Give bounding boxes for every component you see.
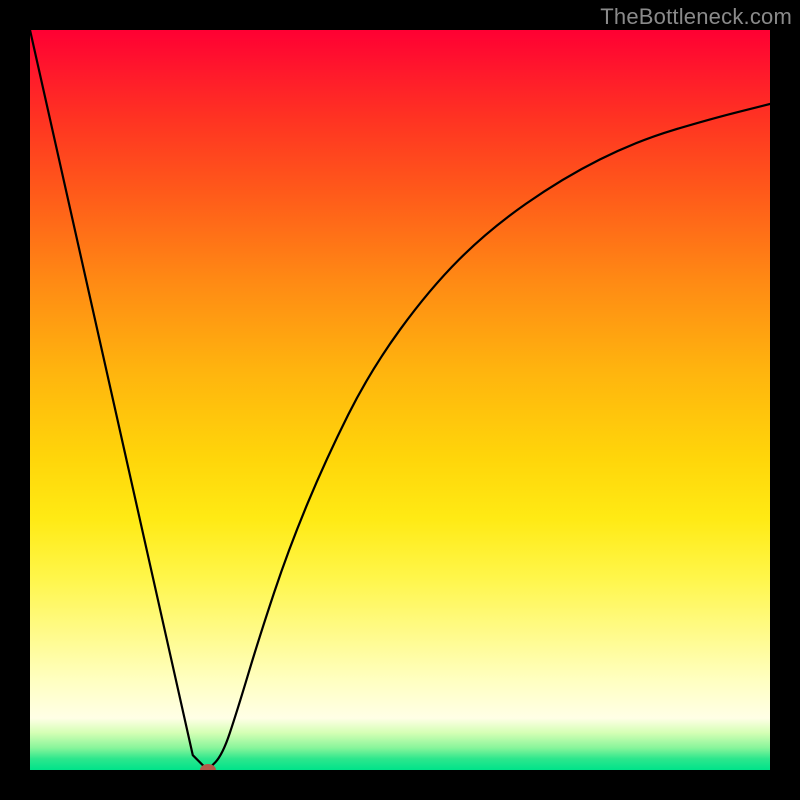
plot-area — [30, 30, 770, 770]
chart-frame: TheBottleneck.com — [0, 0, 800, 800]
curve-line — [30, 30, 770, 770]
vertex-marker-icon — [200, 764, 216, 770]
watermark-text: TheBottleneck.com — [600, 4, 792, 30]
